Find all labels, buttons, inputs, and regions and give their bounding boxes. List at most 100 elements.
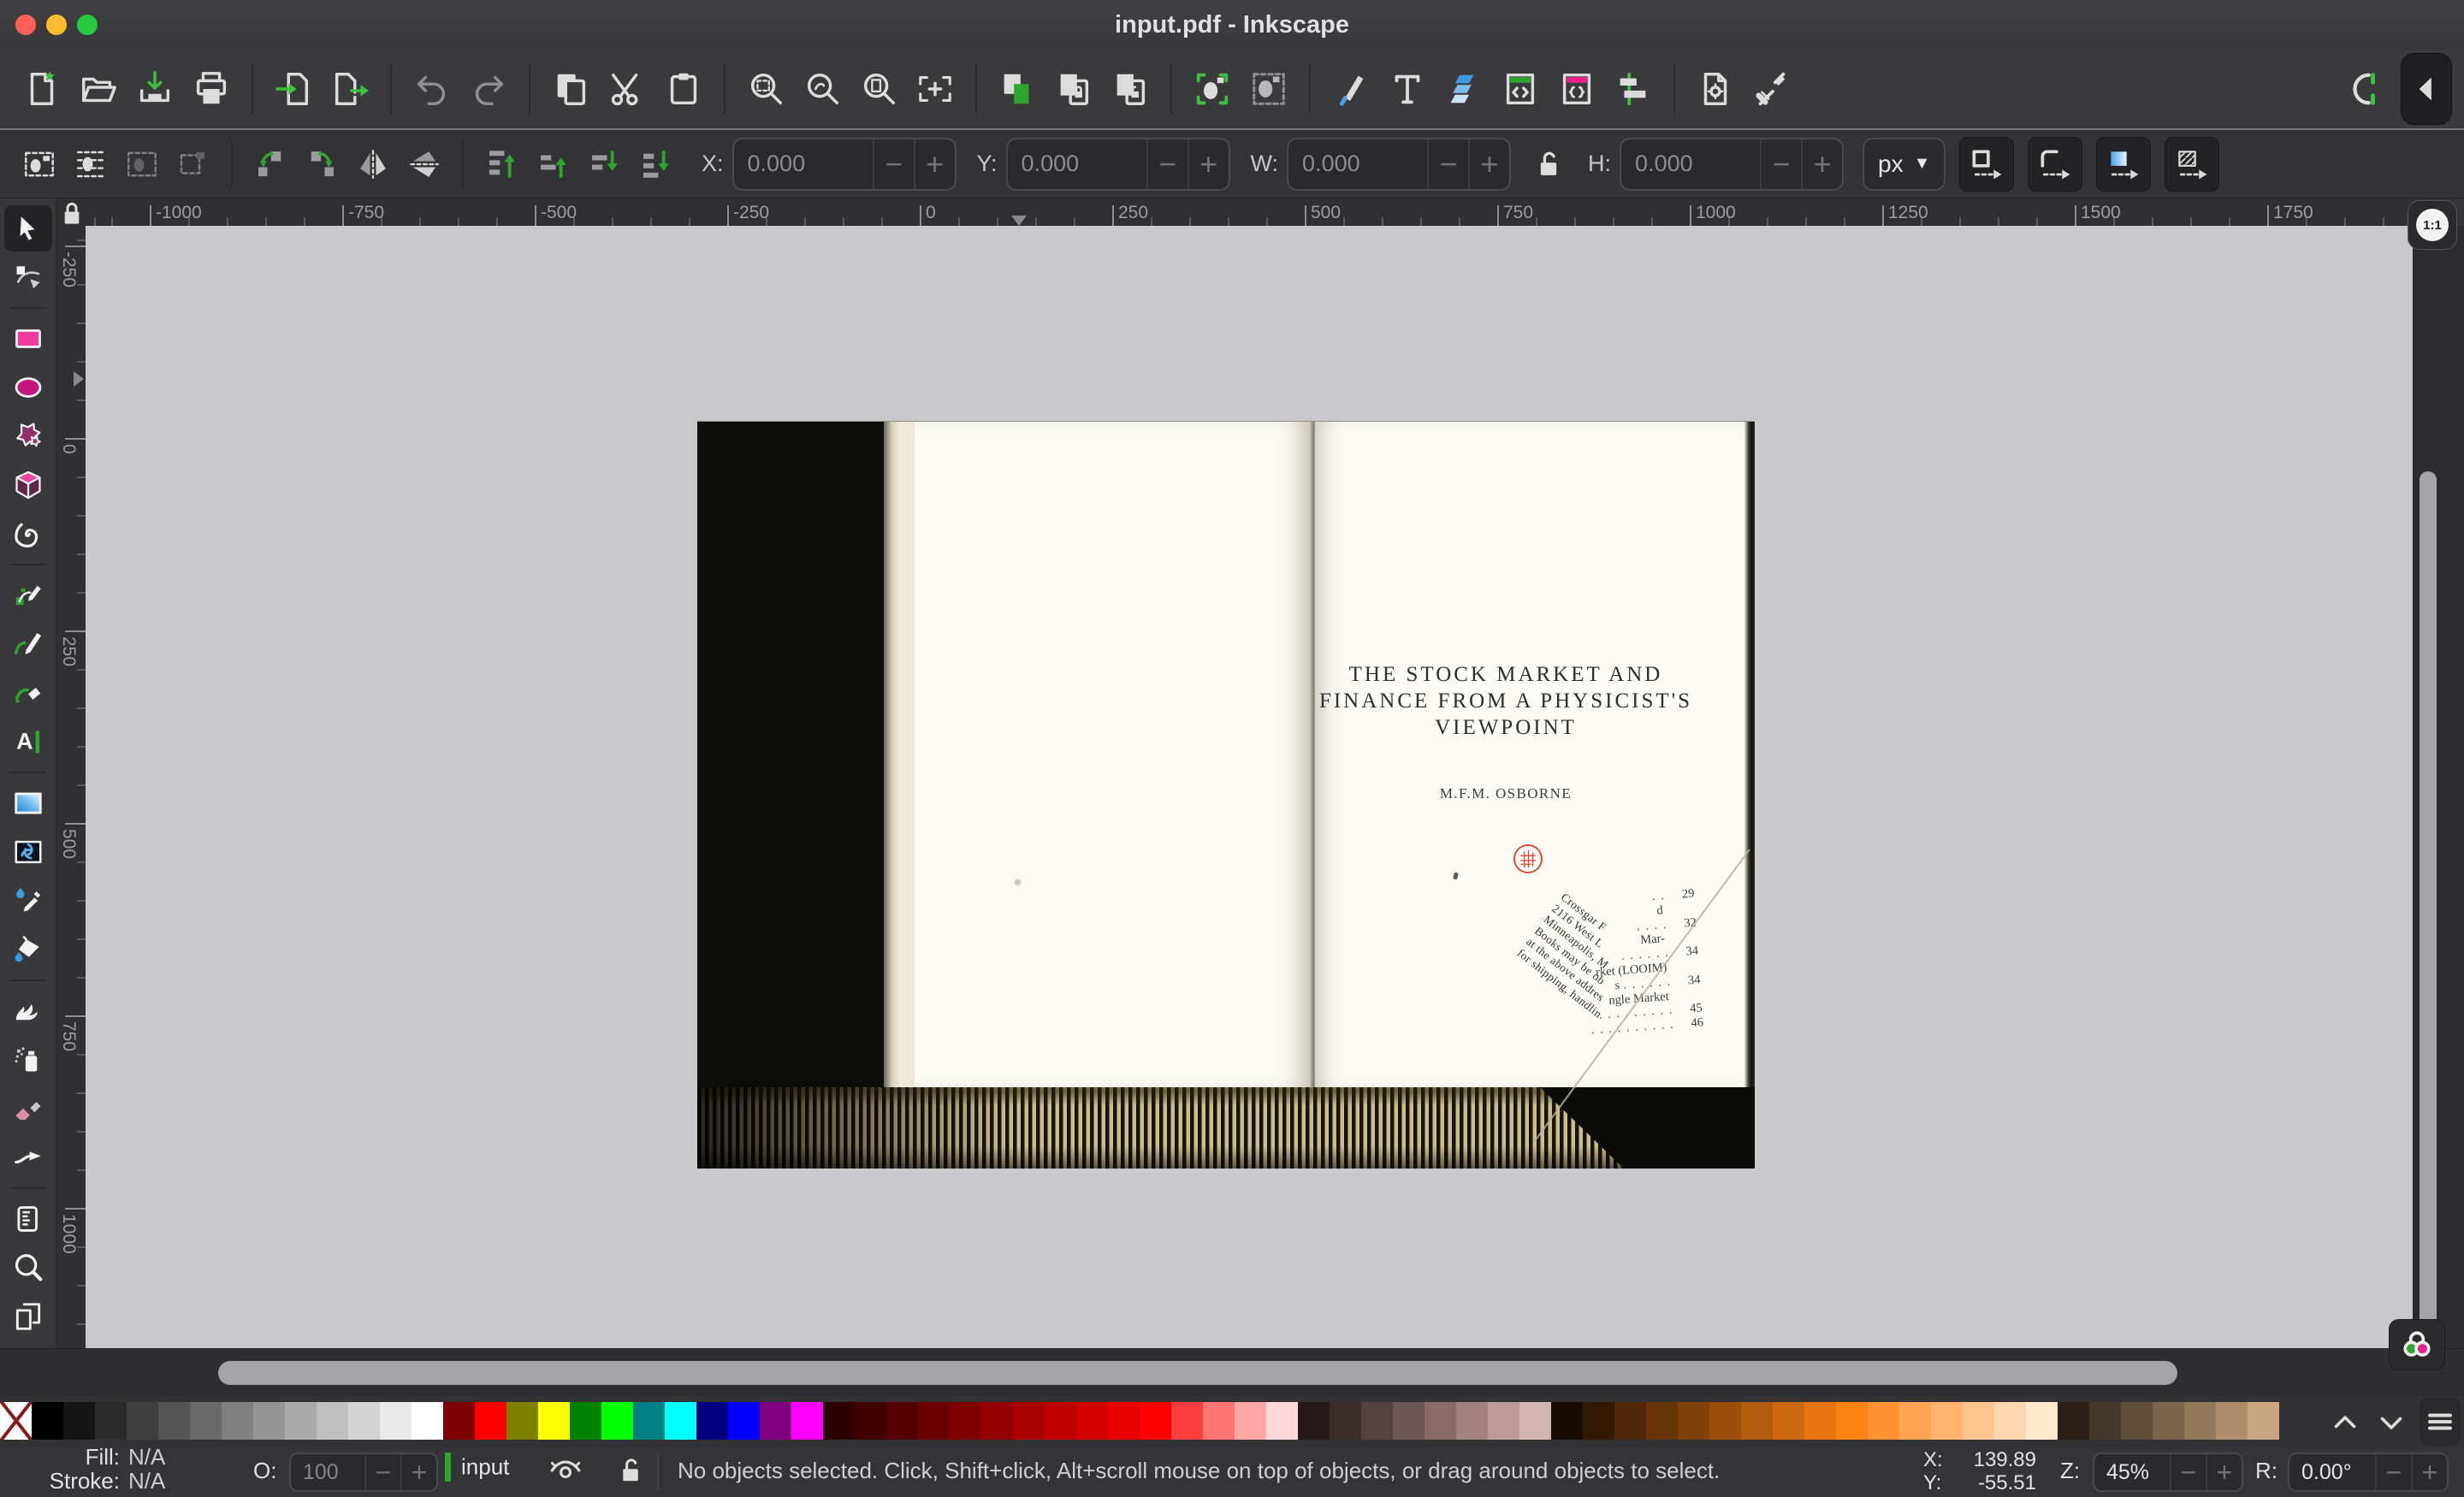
import-button[interactable] (265, 61, 322, 117)
stroke-value[interactable]: N/A (128, 1468, 165, 1494)
palette-swatch[interactable] (1994, 1402, 2026, 1440)
palette-swatch[interactable] (1298, 1402, 1330, 1440)
palette-swatch[interactable] (253, 1402, 285, 1440)
imported-pdf-image[interactable]: THE STOCK MARKET AND FINANCE FROM A PHYS… (697, 421, 1755, 1169)
document-properties-button[interactable] (1687, 61, 1744, 117)
scale-corners-toggle[interactable] (2028, 137, 2082, 192)
palette-swatch[interactable] (1171, 1402, 1203, 1440)
preferences-button[interactable] (1744, 61, 1800, 117)
unit-select[interactable]: px ▼ (1863, 138, 1946, 191)
palette-swatch[interactable] (1741, 1402, 1773, 1440)
palette-swatch[interactable] (443, 1402, 475, 1440)
palette-swatch[interactable] (1899, 1402, 1931, 1440)
palette-swatch[interactable] (728, 1402, 760, 1440)
zoom-selection-button[interactable] (737, 61, 794, 117)
palette-swatch[interactable] (2153, 1402, 2184, 1440)
vertical-scrollbar[interactable] (2413, 226, 2464, 1348)
palette-swatch[interactable] (918, 1402, 950, 1440)
x-increment-button[interactable]: + (914, 139, 955, 189)
tool-pen[interactable] (4, 572, 52, 618)
save-button[interactable] (127, 61, 183, 117)
palette-swatch[interactable] (538, 1402, 570, 1440)
palette-swatch[interactable] (791, 1402, 823, 1440)
tool-text[interactable]: A (4, 719, 52, 765)
palette-swatch[interactable] (1140, 1402, 1171, 1440)
fill-stroke-dialog-button[interactable] (1323, 61, 1379, 117)
lock-guides-icon[interactable] (55, 197, 89, 231)
horizontal-ruler[interactable]: -1000-750-500-25002505007501000125015001… (86, 198, 2413, 226)
palette-swatch[interactable] (665, 1402, 696, 1440)
unlink-clone-button[interactable] (1102, 61, 1158, 117)
tool-tweak[interactable] (4, 988, 52, 1034)
palette-swatch[interactable] (1519, 1402, 1551, 1440)
zoom-drawing-button[interactable] (794, 61, 850, 117)
deselect-button[interactable] (116, 139, 168, 190)
tool-pencil[interactable] (4, 621, 52, 667)
palette-swatch-none[interactable] (0, 1402, 32, 1440)
drawing-canvas[interactable]: THE STOCK MARKET AND FINANCE FROM A PHYS… (86, 226, 2413, 1348)
zoom-1-1-button[interactable]: 1:1 (2408, 200, 2457, 250)
select-all-button[interactable] (14, 139, 65, 190)
lower-to-bottom-button[interactable] (630, 139, 681, 190)
palette-scroll-down-button[interactable] (2372, 1403, 2411, 1442)
palette-swatch[interactable] (380, 1402, 412, 1440)
palette-swatch[interactable] (63, 1402, 95, 1440)
vertical-ruler[interactable]: -25002505007501000 (56, 226, 86, 1348)
palette-swatch[interactable] (95, 1402, 127, 1440)
align-distribute-button[interactable] (1605, 61, 1661, 117)
xml-editor-button[interactable] (1492, 61, 1549, 117)
palette-swatch[interactable] (475, 1402, 506, 1440)
tool-ellipse[interactable] (4, 364, 52, 411)
layer-lock-toggle[interactable] (613, 1453, 649, 1488)
palette-swatch[interactable] (1614, 1402, 1646, 1440)
paste-button[interactable] (655, 61, 712, 117)
palette-swatch[interactable] (1931, 1402, 1963, 1440)
palette-swatch[interactable] (981, 1402, 1013, 1440)
palette-swatch[interactable] (317, 1402, 348, 1440)
width-increment-button[interactable]: + (1468, 139, 1509, 189)
palette-swatch[interactable] (1076, 1402, 1108, 1440)
copy-button[interactable] (542, 61, 599, 117)
x-decrement-button[interactable]: − (873, 139, 914, 189)
palette-swatch[interactable] (1108, 1402, 1140, 1440)
palette-swatch[interactable] (1804, 1402, 1836, 1440)
palette-swatch[interactable] (1013, 1402, 1045, 1440)
move-patterns-toggle[interactable] (2165, 137, 2219, 192)
palette-swatch[interactable] (1203, 1402, 1235, 1440)
tool-mesh[interactable] (4, 829, 52, 875)
select-touch-button[interactable] (168, 139, 219, 190)
tool-gradient[interactable] (4, 780, 52, 826)
palette-swatch[interactable] (950, 1402, 981, 1440)
width-input[interactable]: 0.000 − + (1287, 138, 1511, 191)
palette-swatch[interactable] (1551, 1402, 1583, 1440)
palette-swatch[interactable] (855, 1402, 886, 1440)
undo-button[interactable] (404, 61, 460, 117)
palette-menu-button[interactable] (2420, 1398, 2461, 1446)
palette-scroll-up-button[interactable] (2325, 1403, 2365, 1442)
palette-swatch[interactable] (2058, 1402, 2089, 1440)
palette-swatch[interactable] (601, 1402, 633, 1440)
palette-swatch[interactable] (1678, 1402, 1709, 1440)
palette-swatch[interactable] (1836, 1402, 1868, 1440)
palette-swatch[interactable] (1424, 1402, 1456, 1440)
palette-swatch[interactable] (1235, 1402, 1266, 1440)
tool-node-editor[interactable] (4, 254, 52, 300)
flip-horizontal-button[interactable] (347, 139, 399, 190)
x-input[interactable]: 0.000 − + (732, 138, 957, 191)
palette-swatch[interactable] (1709, 1402, 1741, 1440)
palette-swatch[interactable] (190, 1402, 222, 1440)
palette-swatch[interactable] (1773, 1402, 1804, 1440)
palette-swatch[interactable] (1266, 1402, 1298, 1440)
palette-swatch[interactable] (1488, 1402, 1519, 1440)
layers-dialog-button[interactable] (1436, 61, 1492, 117)
palette-swatch[interactable] (633, 1402, 665, 1440)
fill-value[interactable]: N/A (128, 1444, 165, 1470)
zoom-input[interactable]: 45% − + (2093, 1453, 2243, 1492)
tool-zoom[interactable] (4, 1245, 52, 1291)
zoom-page-button[interactable] (850, 61, 907, 117)
height-input[interactable]: 0.000 − + (1620, 138, 1844, 191)
cut-button[interactable] (599, 61, 655, 117)
palette-swatch[interactable] (2026, 1402, 2058, 1440)
palette-swatch[interactable] (1646, 1402, 1678, 1440)
tool-pages[interactable] (4, 1293, 52, 1340)
